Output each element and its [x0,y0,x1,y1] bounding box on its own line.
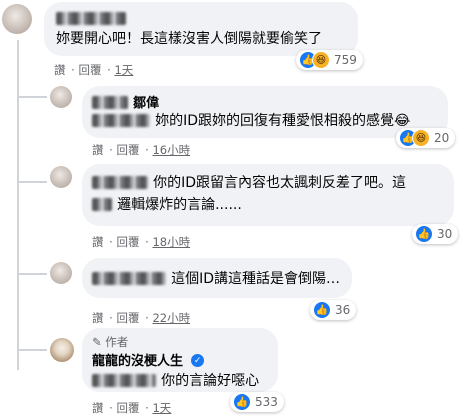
reaction-summary[interactable]: 👍 36 [310,300,357,320]
commenter-name[interactable]: 龍龍的沒梗人生 [92,354,183,369]
like-button[interactable]: 讚 [54,63,66,77]
thumbs-up-icon: 👍 [233,393,251,411]
avatar[interactable] [2,4,32,34]
thread-branch [17,181,47,183]
laughing-face-icon: 😆 [312,51,330,69]
reply-button[interactable]: 回覆 [116,401,139,415]
reaction-count: 30 [437,227,453,241]
like-button[interactable]: 讚 [92,143,104,157]
comment-actions: 讚 · 回覆 · 22小時 [92,311,191,325]
like-button[interactable]: 讚 [92,235,104,249]
timestamp[interactable]: 18小時 [152,235,190,249]
verified-check-icon: ✓ [191,354,205,367]
like-button[interactable]: 讚 [92,311,104,325]
text-redacted [92,198,112,211]
like-button[interactable]: 讚 [92,401,104,415]
tagged-name-redacted[interactable] [92,114,150,127]
tagged-name-redacted[interactable] [92,374,156,387]
comment-text: 這個ID講這種話是會倒陽… [171,271,341,287]
reaction-count: 36 [335,303,351,317]
avatar[interactable] [50,262,72,284]
thread-line [17,40,19,370]
commenter-name-redacted[interactable] [92,176,148,189]
comment-bubble: 這個ID講這種話是會倒陽… [82,258,352,298]
thread-branch [17,96,47,98]
author-tag-label: 作者 [105,335,129,349]
comment-bubble: ✎ 作者 龍龍的沒梗人生 ✓ 你的言論好噁心 [82,328,278,392]
reaction-summary[interactable]: 👍 😆 759 [296,50,363,70]
laughing-face-icon: 😆 [412,129,430,147]
reaction-count: 20 [434,131,450,145]
comment-actions: 讚 · 回覆 · 1天 [54,63,134,77]
reaction-count: 759 [334,53,357,67]
pencil-icon: ✎ [92,335,102,349]
author-tag: ✎ 作者 [92,334,128,350]
comment-bubble: 妳要開心吧！長這樣沒害人倒陽就要偷笑了 [44,2,358,56]
reaction-count: 533 [255,395,278,409]
avatar[interactable] [50,86,72,108]
comment-bubble: 你的ID跟留言內容也太諷刺反差了吧。這 邏輯爆炸的言論...... [82,164,454,226]
comment-bubble: 鄒偉 妳的ID跟妳的回復有種愛恨相殺的感覺😂 [82,86,448,138]
commenter-name-redacted[interactable] [56,12,126,25]
comment-actions: 讚 · 回覆 · 18小時 [92,235,191,249]
timestamp[interactable]: 1天 [152,401,171,415]
reaction-summary[interactable]: 👍 😆 20 [396,128,456,148]
comment-actions: 讚 · 回覆 · 16小時 [92,143,191,157]
reply-button[interactable]: 回覆 [78,63,101,77]
reaction-summary[interactable]: 👍 533 [230,392,284,412]
thumbs-up-icon: 👍 [313,301,331,319]
avatar[interactable] [50,166,72,188]
reply-button[interactable]: 回覆 [116,143,139,157]
timestamp[interactable]: 16小時 [152,143,190,157]
reply-button[interactable]: 回覆 [116,235,139,249]
reaction-summary[interactable]: 👍 30 [412,224,459,244]
timestamp[interactable]: 1天 [114,63,133,77]
comment-text-line1: 你的ID跟留言內容也太諷刺反差了吧。這 [153,175,407,191]
commenter-name-redacted[interactable] [92,96,128,109]
thumbs-up-icon: 👍 [415,225,433,243]
author-avatar[interactable] [50,338,74,362]
comment-text: 妳的ID跟妳的回復有種愛恨相殺的感覺😂 [155,113,411,129]
comment-text-line2: 邏輯爆炸的言論...... [117,197,242,213]
comment-text: 妳要開心吧！長這樣沒害人倒陽就要偷笑了 [56,31,322,47]
thread-branch [17,273,47,275]
comment-actions: 讚 · 回覆 · 1天 [92,401,172,415]
commenter-name-redacted[interactable] [92,272,166,285]
comment-text: 你的言論好噁心 [161,373,260,389]
reply-button[interactable]: 回覆 [116,311,139,325]
timestamp[interactable]: 22小時 [152,311,190,325]
commenter-name[interactable]: 鄒偉 [133,96,159,111]
thread-branch [17,349,47,351]
